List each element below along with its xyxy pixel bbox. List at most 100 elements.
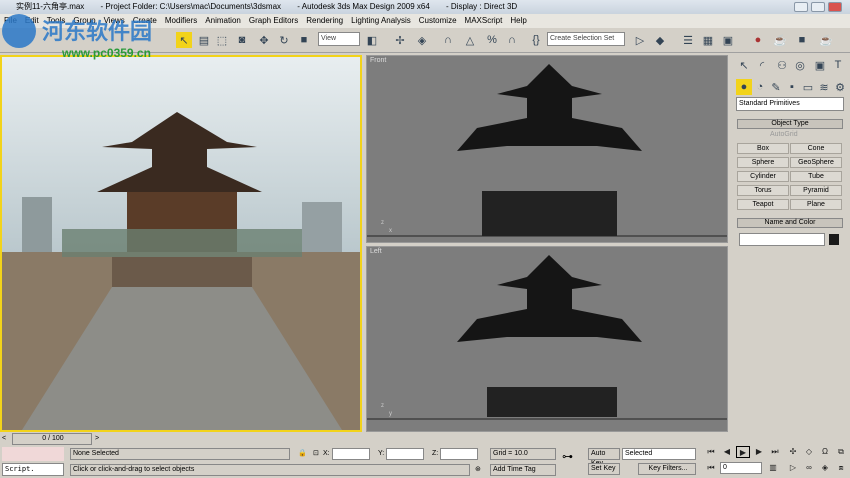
- next-frame-icon[interactable]: ▶: [752, 446, 766, 458]
- min-max-toggle-icon[interactable]: ⧈: [834, 462, 848, 474]
- object-color-swatch[interactable]: [829, 234, 839, 245]
- name-color-rollout[interactable]: Name and Color: [737, 218, 843, 228]
- time-config-icon[interactable]: ▥: [766, 462, 780, 474]
- render-setup-icon[interactable]: ☕: [772, 32, 788, 48]
- menu-create[interactable]: Create: [133, 16, 157, 25]
- orbit-icon[interactable]: Ω: [818, 446, 832, 458]
- scale-icon[interactable]: ■: [296, 32, 312, 48]
- script-input[interactable]: Script.: [2, 463, 64, 476]
- zoom-icon[interactable]: ✣: [786, 446, 800, 458]
- go-to-end-icon[interactable]: ⏭: [768, 446, 782, 458]
- cameras-icon[interactable]: ▪: [784, 79, 800, 95]
- maximize-button[interactable]: [811, 2, 825, 12]
- hierarchy-tab-icon[interactable]: ⚇: [774, 57, 790, 73]
- systems-icon[interactable]: ⚙: [832, 79, 848, 95]
- torus-button[interactable]: Torus: [737, 185, 789, 196]
- manipulate-icon[interactable]: ✢: [392, 32, 408, 48]
- modify-tab-icon[interactable]: ◜: [754, 57, 770, 73]
- key-filters-button[interactable]: Key Filters...: [638, 463, 696, 475]
- z-coord-input[interactable]: [440, 448, 478, 460]
- keyboard-shortcut-icon[interactable]: ◈: [414, 32, 430, 48]
- object-name-input[interactable]: [739, 233, 825, 246]
- pyramid-button[interactable]: Pyramid: [790, 185, 842, 196]
- curve-editor-icon[interactable]: ▦: [700, 32, 716, 48]
- timeline-prev-icon[interactable]: <: [2, 433, 6, 444]
- menu-group[interactable]: Group: [73, 16, 95, 25]
- cylinder-button[interactable]: Cylinder: [737, 171, 789, 182]
- y-coord-input[interactable]: [386, 448, 424, 460]
- utilities-tab-icon[interactable]: T: [830, 57, 846, 73]
- rendered-frame-icon[interactable]: ■: [794, 32, 810, 48]
- pan-icon[interactable]: ∞: [802, 462, 816, 474]
- align-icon[interactable]: ◆: [652, 32, 668, 48]
- menu-file[interactable]: File: [4, 16, 17, 25]
- minimize-button[interactable]: [794, 2, 808, 12]
- rect-region-icon[interactable]: ⬚: [214, 32, 230, 48]
- category-dropdown[interactable]: Standard Primitives: [736, 97, 844, 111]
- mirror-icon[interactable]: ▷: [632, 32, 648, 48]
- time-tag-icon[interactable]: ⊛: [475, 464, 481, 475]
- space-warps-icon[interactable]: ≋: [816, 79, 832, 95]
- current-frame-input[interactable]: 0: [720, 462, 762, 474]
- walk-through-icon[interactable]: ◈: [818, 462, 832, 474]
- angle-snap-icon[interactable]: △: [462, 32, 478, 48]
- maxscript-listener[interactable]: [2, 447, 64, 461]
- select-by-name-icon[interactable]: ▤: [196, 32, 212, 48]
- maximize-viewport-icon[interactable]: ⧉: [834, 446, 848, 458]
- menu-edit[interactable]: Edit: [25, 16, 39, 25]
- select-icon[interactable]: ↖: [176, 32, 192, 48]
- menu-animation[interactable]: Animation: [205, 16, 241, 25]
- add-time-tag-button[interactable]: Add Time Tag: [490, 464, 556, 476]
- percent-snap-icon[interactable]: %: [484, 32, 500, 48]
- go-to-start-icon[interactable]: ⏮: [704, 446, 718, 458]
- perspective-viewport[interactable]: [0, 55, 362, 432]
- move-icon[interactable]: ✥: [256, 32, 272, 48]
- render-teapot-icon[interactable]: ☕: [818, 32, 834, 48]
- menu-help[interactable]: Help: [510, 16, 526, 25]
- create-tab-icon[interactable]: ↖: [736, 57, 752, 73]
- box-button[interactable]: Box: [737, 143, 789, 154]
- sphere-button[interactable]: Sphere: [737, 157, 789, 168]
- plane-button[interactable]: Plane: [790, 199, 842, 210]
- menu-rendering[interactable]: Rendering: [306, 16, 343, 25]
- edit-named-selection-icon[interactable]: {}: [528, 32, 544, 48]
- close-button[interactable]: [828, 2, 842, 12]
- layer-manager-icon[interactable]: ☰: [680, 32, 696, 48]
- rotate-icon[interactable]: ↻: [276, 32, 292, 48]
- menu-customize[interactable]: Customize: [419, 16, 457, 25]
- menu-lighting-analysis[interactable]: Lighting Analysis: [351, 16, 411, 25]
- geosphere-button[interactable]: GeoSphere: [790, 157, 842, 168]
- autogrid-checkbox[interactable]: AutoGrid: [770, 129, 798, 140]
- front-viewport[interactable]: Front zx: [366, 55, 728, 243]
- display-tab-icon[interactable]: ▣: [812, 57, 828, 73]
- motion-tab-icon[interactable]: ◎: [792, 57, 808, 73]
- timeline-next-icon[interactable]: >: [95, 433, 99, 444]
- menu-graph-editors[interactable]: Graph Editors: [249, 16, 298, 25]
- key-mode-toggle-icon[interactable]: ⏮: [704, 462, 718, 474]
- field-of-view-icon[interactable]: ▷: [786, 462, 800, 474]
- menu-views[interactable]: Views: [104, 16, 125, 25]
- play-icon[interactable]: ▶: [736, 446, 750, 458]
- left-viewport[interactable]: Left zy: [366, 246, 728, 432]
- reference-coord-dropdown[interactable]: View: [318, 32, 360, 46]
- previous-frame-icon[interactable]: ◀: [720, 446, 734, 458]
- schematic-view-icon[interactable]: ▣: [720, 32, 736, 48]
- selection-set-input[interactable]: Create Selection Set: [547, 32, 625, 46]
- pivot-icon[interactable]: ◧: [364, 32, 380, 48]
- spinner-snap-icon[interactable]: ∩: [504, 32, 520, 48]
- lock-icon[interactable]: 🔒: [298, 448, 307, 459]
- object-type-rollout[interactable]: Object Type: [737, 119, 843, 129]
- teapot-button[interactable]: Teapot: [737, 199, 789, 210]
- menu-modifiers[interactable]: Modifiers: [165, 16, 197, 25]
- time-slider[interactable]: 0 / 100: [12, 433, 92, 445]
- zoom-all-icon[interactable]: ◇: [802, 446, 816, 458]
- tube-button[interactable]: Tube: [790, 171, 842, 182]
- x-coord-input[interactable]: [332, 448, 370, 460]
- lights-icon[interactable]: ✎: [768, 79, 784, 95]
- set-key-button[interactable]: Set Key: [588, 463, 620, 475]
- helpers-icon[interactable]: ▭: [800, 79, 816, 95]
- snap-icon[interactable]: ∩: [440, 32, 456, 48]
- menu-maxscript[interactable]: MAXScript: [465, 16, 503, 25]
- geometry-icon[interactable]: ●: [736, 79, 752, 95]
- cone-button[interactable]: Cone: [790, 143, 842, 154]
